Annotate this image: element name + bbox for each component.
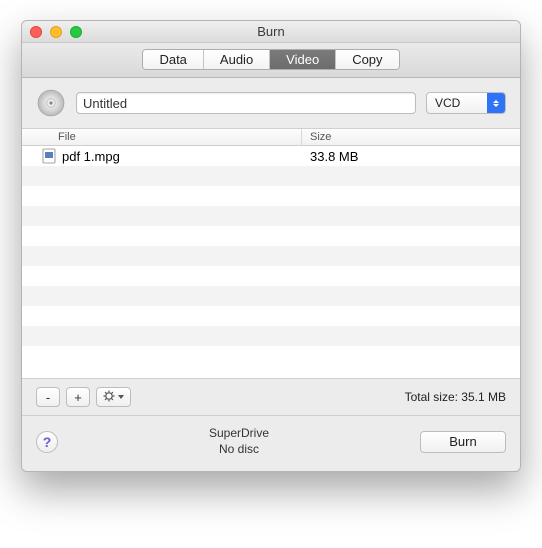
disc-state: No disc bbox=[58, 442, 420, 458]
format-value: VCD bbox=[435, 96, 460, 110]
burn-button[interactable]: Burn bbox=[420, 431, 506, 453]
format-select[interactable]: VCD bbox=[426, 92, 506, 114]
zoom-icon[interactable] bbox=[70, 26, 82, 38]
total-size: Total size: 35.1 MB bbox=[405, 390, 506, 404]
app-window: Burn Data Audio Video Copy bbox=[21, 20, 521, 472]
gear-icon bbox=[103, 390, 115, 405]
tab-data[interactable]: Data bbox=[143, 50, 203, 69]
tab-video[interactable]: Video bbox=[270, 50, 336, 69]
close-icon[interactable] bbox=[30, 26, 42, 38]
drive-name: SuperDrive bbox=[58, 426, 420, 442]
file-name: pdf 1.mpg bbox=[62, 149, 120, 164]
file-list: pdf 1.mpg 33.8 MB bbox=[22, 146, 520, 378]
remove-button[interactable]: - bbox=[36, 387, 60, 407]
list-footer: - + Total size: 35.1 MB bbox=[22, 378, 520, 416]
burn-footer: ? SuperDrive No disc Burn bbox=[22, 416, 520, 471]
mode-tabs: Data Audio Video Copy bbox=[22, 43, 520, 78]
tab-copy[interactable]: Copy bbox=[336, 50, 398, 69]
video-file-icon bbox=[42, 148, 56, 164]
help-button[interactable]: ? bbox=[36, 431, 58, 453]
minimize-icon[interactable] bbox=[50, 26, 62, 38]
options-menu-button[interactable] bbox=[96, 387, 131, 407]
project-header: VCD bbox=[22, 78, 520, 128]
drive-status: SuperDrive No disc bbox=[58, 426, 420, 457]
chevron-down-icon bbox=[118, 395, 124, 399]
file-size: 33.8 MB bbox=[302, 149, 520, 164]
col-file[interactable]: File bbox=[22, 129, 302, 145]
window-title: Burn bbox=[257, 24, 284, 39]
add-button[interactable]: + bbox=[66, 387, 90, 407]
table-header: File Size bbox=[22, 128, 520, 146]
tab-audio[interactable]: Audio bbox=[204, 50, 270, 69]
window-controls bbox=[30, 26, 82, 38]
project-title-input[interactable] bbox=[76, 92, 416, 114]
table-row[interactable]: pdf 1.mpg 33.8 MB bbox=[22, 146, 520, 166]
col-size[interactable]: Size bbox=[302, 129, 520, 145]
disc-icon bbox=[36, 88, 66, 118]
chevron-updown-icon bbox=[487, 93, 505, 113]
titlebar: Burn bbox=[22, 21, 520, 43]
